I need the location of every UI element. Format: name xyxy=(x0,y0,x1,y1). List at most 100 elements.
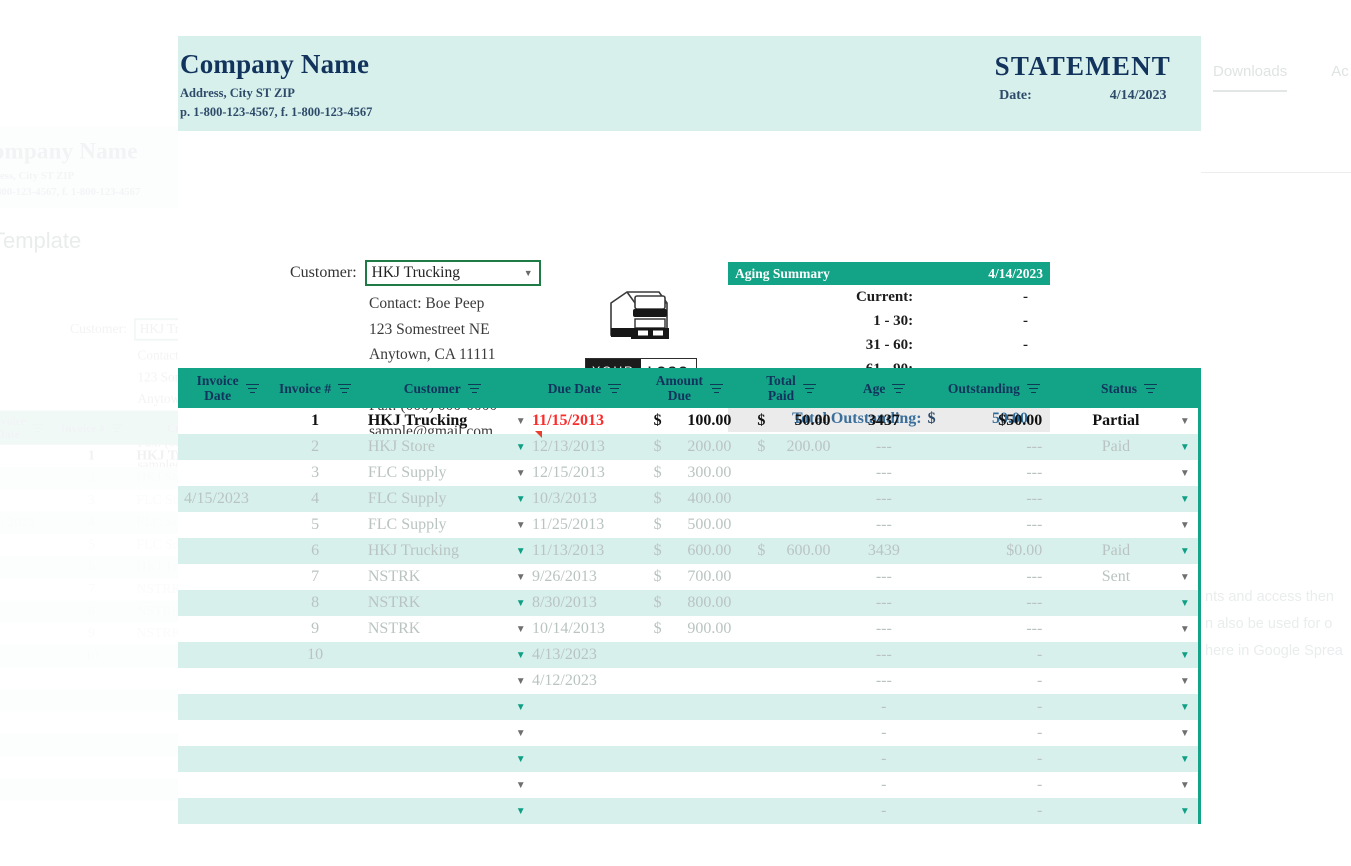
table-row[interactable]: ▼ - - ▼ xyxy=(178,798,1198,824)
nav-link-account[interactable]: Ac xyxy=(1331,63,1349,92)
currency-symbol: $ xyxy=(653,568,662,585)
table-row[interactable]: ▼ - - ▼ xyxy=(178,746,1198,772)
column-header[interactable]: Outstanding xyxy=(928,368,1060,408)
column-header[interactable]: Status xyxy=(1060,368,1198,408)
cell-invoice-number: 3 xyxy=(311,464,320,481)
table-row[interactable]: 9 NSTRK ▼ 10/14/2013 $900.00 --- --- ▼ xyxy=(178,616,1198,642)
chevron-down-icon[interactable]: ▼ xyxy=(509,624,532,635)
background-paragraph-line: n also be used for o xyxy=(1205,616,1333,632)
customer-select[interactable]: HKJ Trucking ▼ xyxy=(364,260,541,286)
status-chevron-down-icon[interactable]: ▼ xyxy=(1172,702,1198,713)
column-header[interactable]: Invoice Date xyxy=(178,368,277,408)
table-row[interactable]: 7 NSTRK ▼ 9/26/2013 $700.00 --- --- Sent ▼ xyxy=(178,564,1198,590)
currency-symbol: $ xyxy=(653,464,662,481)
table-row[interactable]: 10 ▼ 4/13/2023 --- - ▼ xyxy=(178,642,1198,668)
table-row[interactable]: ▼ - - ▼ xyxy=(178,694,1198,720)
cell-outstanding: - xyxy=(1036,750,1043,767)
chevron-down-icon[interactable]: ▼ xyxy=(509,494,532,505)
cell-outstanding: - xyxy=(1036,646,1043,663)
chevron-down-icon[interactable]: ▼ xyxy=(509,520,532,531)
currency-symbol: $ xyxy=(653,594,662,611)
chevron-down-icon[interactable]: ▼ xyxy=(509,598,532,609)
cell-invoice-number: 5 xyxy=(311,516,320,533)
filter-icon[interactable] xyxy=(710,383,724,394)
table-row[interactable]: 4/15/2023 4 FLC Supply ▼ 10/3/2013 $400.00 ---… xyxy=(178,486,1198,512)
status-chevron-down-icon[interactable]: ▼ xyxy=(1172,728,1198,739)
customer-city: Anytown, CA 11111 xyxy=(369,346,496,363)
status-chevron-down-icon[interactable]: ▼ xyxy=(1172,546,1198,557)
chevron-down-icon[interactable]: ▼ xyxy=(509,442,532,453)
filter-icon[interactable] xyxy=(338,383,352,394)
filter-icon[interactable] xyxy=(892,383,906,394)
chevron-down-icon[interactable]: ▼ xyxy=(509,546,532,557)
currency-symbol: $ xyxy=(653,490,662,507)
column-header[interactable]: Age xyxy=(841,368,928,408)
status-chevron-down-icon[interactable]: ▼ xyxy=(1172,598,1198,609)
customer-contact: Contact: Boe Peep xyxy=(369,295,485,312)
chevron-down-icon[interactable]: ▼ xyxy=(509,754,532,765)
chevron-down-icon[interactable]: ▼ xyxy=(509,806,532,817)
chevron-down-icon[interactable]: ▼ xyxy=(509,780,532,791)
table-row[interactable]: ▼ - - ▼ xyxy=(178,772,1198,798)
cell-due-date: 11/15/2013 xyxy=(531,412,604,429)
cell-customer: NSTRK xyxy=(367,568,421,585)
cell-outstanding: - xyxy=(1036,776,1043,793)
comment-marker-icon[interactable] xyxy=(535,431,542,438)
filter-icon[interactable] xyxy=(1026,383,1040,394)
chevron-down-icon[interactable]: ▼ xyxy=(509,676,532,687)
status-chevron-down-icon[interactable]: ▼ xyxy=(1172,676,1198,687)
table-row[interactable]: 6 HKJ Trucking ▼ 11/13/2013 $600.00 $600.00 34… xyxy=(178,538,1198,564)
table-row[interactable]: 1 HKJ Trucking ▼ 11/15/2013 $100.00 $50.00 343… xyxy=(178,408,1198,434)
column-header[interactable]: Invoice # xyxy=(277,368,353,408)
customer-label: Customer: xyxy=(290,264,357,281)
cell-age: --- xyxy=(875,646,892,663)
cell-invoice-number: 4 xyxy=(88,514,95,530)
status-chevron-down-icon[interactable]: ▼ xyxy=(1172,468,1198,479)
table-row[interactable]: 3 FLC Supply ▼ 12/15/2013 $300.00 --- --- ▼ xyxy=(178,460,1198,486)
filter-icon[interactable] xyxy=(467,383,481,394)
cell-due-date: 8/30/2013 xyxy=(531,594,597,611)
status-chevron-down-icon[interactable]: ▼ xyxy=(1172,494,1198,505)
chevron-down-icon[interactable]: ▼ xyxy=(509,650,532,661)
status-chevron-down-icon[interactable]: ▼ xyxy=(1172,520,1198,531)
column-header[interactable]: Total Paid xyxy=(741,368,840,408)
cell-total-paid: $50.00 xyxy=(741,412,840,430)
cell-outstanding: --- xyxy=(1026,568,1043,585)
column-header[interactable]: Customer xyxy=(353,368,532,408)
filter-icon[interactable] xyxy=(245,383,259,394)
chevron-down-icon[interactable]: ▼ xyxy=(509,728,532,739)
filter-icon[interactable] xyxy=(1144,383,1158,394)
nav-link-downloads[interactable]: Downloads xyxy=(1213,63,1288,92)
table-row[interactable]: ▼ - - ▼ xyxy=(178,720,1198,746)
column-header[interactable]: Amount Due xyxy=(637,368,741,408)
chevron-down-icon[interactable]: ▼ xyxy=(509,702,532,713)
status-chevron-down-icon[interactable]: ▼ xyxy=(1172,754,1198,765)
chevron-down-icon[interactable]: ▼ xyxy=(509,468,532,479)
status-chevron-down-icon[interactable]: ▼ xyxy=(1172,416,1198,427)
table-row[interactable]: ▼ 4/12/2023 --- - ▼ xyxy=(178,668,1198,694)
table-row[interactable]: 2 HKJ Store ▼ 12/13/2013 $200.00 $200.00 --- --… xyxy=(178,431,1198,460)
chevron-down-icon[interactable]: ▼ xyxy=(509,572,532,583)
aging-row-label: Current: xyxy=(855,288,914,305)
status-chevron-down-icon[interactable]: ▼ xyxy=(1172,442,1198,453)
status-chevron-down-icon[interactable]: ▼ xyxy=(1172,624,1198,635)
filter-icon[interactable] xyxy=(802,383,816,394)
invoice-table: Invoice Date Invoice # Customer Due Date Amo… xyxy=(178,368,1201,824)
statement-title: STATEMENT xyxy=(994,51,1171,81)
table-row[interactable]: 5 FLC Supply ▼ 11/25/2013 $500.00 --- --- ▼ xyxy=(178,512,1198,538)
cell-outstanding: - xyxy=(1036,802,1043,819)
truck-icon xyxy=(610,291,669,339)
status-chevron-down-icon[interactable]: ▼ xyxy=(1172,780,1198,791)
filter-icon[interactable] xyxy=(608,383,622,394)
chevron-down-icon[interactable]: ▼ xyxy=(509,416,532,427)
column-header[interactable]: Due Date xyxy=(532,368,638,408)
status-chevron-down-icon[interactable]: ▼ xyxy=(1172,806,1198,817)
status-chevron-down-icon[interactable]: ▼ xyxy=(1172,572,1198,583)
cell-due-date: 12/15/2013 xyxy=(531,464,605,481)
cell-status: Partial xyxy=(1092,412,1140,429)
aging-row-value: - xyxy=(1022,288,1028,305)
column-header-label: Status xyxy=(1101,380,1138,396)
cell-amount-due: $400.00 xyxy=(638,490,742,508)
status-chevron-down-icon[interactable]: ▼ xyxy=(1172,650,1198,661)
table-row[interactable]: 8 NSTRK ▼ 8/30/2013 $800.00 --- --- ▼ xyxy=(178,590,1198,616)
